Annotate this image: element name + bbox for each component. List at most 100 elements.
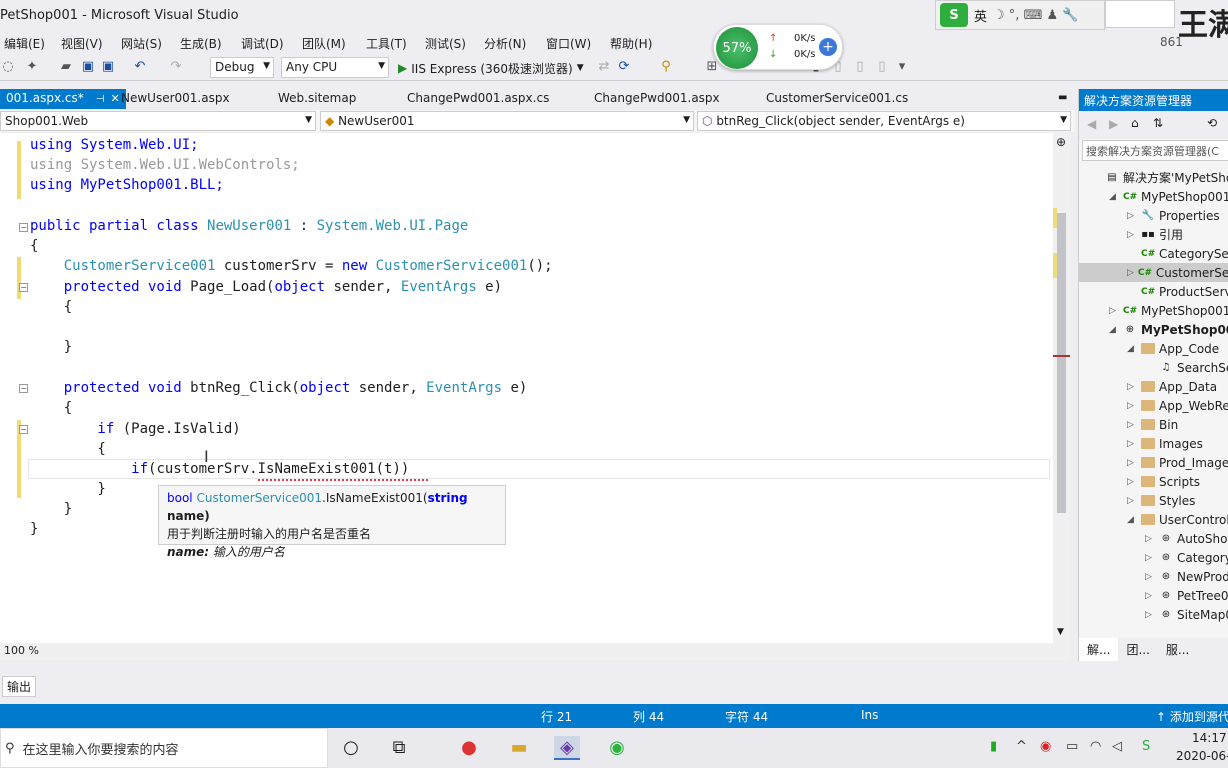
ime-tool-icons[interactable]: ☽ °, ⌨ ♟ 🔧	[993, 8, 1078, 23]
ime-tray-icon[interactable]: S	[1142, 739, 1150, 754]
expand-icon[interactable]: ▷	[1127, 496, 1137, 506]
tab-changepwd-cs[interactable]: ChangePwd001.aspx.cs	[401, 89, 555, 109]
config-select[interactable]: Debug ▼	[210, 57, 274, 78]
save-icon[interactable]: ▣	[80, 59, 96, 75]
tab-web-sitemap[interactable]: Web.sitemap	[272, 89, 362, 109]
tree-item[interactable]: ▷ ⊛ SiteMap00	[1145, 605, 1228, 624]
back-icon[interactable]: ◌	[0, 59, 16, 75]
expand-icon[interactable]: ◢	[1109, 325, 1119, 335]
tree-item[interactable]: ◢ App_Code	[1127, 339, 1219, 358]
menu-help[interactable]: 帮助(H)	[610, 35, 652, 52]
ime-logo-icon[interactable]: S	[940, 3, 968, 27]
wifi-icon[interactable]: ◠	[1090, 739, 1101, 754]
expand-icon[interactable]: ▷	[1127, 268, 1134, 278]
expand-icon[interactable]: ▷	[1127, 458, 1137, 468]
ime-toolbar[interactable]: S 英 ☽ °, ⌨ ♟ 🔧	[935, 0, 1105, 30]
tree-item[interactable]: ◢ ⊕ MyPetShop001.W	[1109, 320, 1228, 339]
menu-test[interactable]: 测试(S)	[425, 35, 466, 52]
tree-item[interactable]: ▷ Styles	[1127, 491, 1195, 510]
fold-icon[interactable]: −	[19, 425, 28, 434]
tree-item[interactable]: ▷ 🔧 Properties	[1127, 206, 1220, 225]
undo-icon[interactable]: ↶	[132, 59, 148, 75]
file-explorer-icon[interactable]: ▬	[506, 736, 532, 760]
tab-changepwd-aspx[interactable]: ChangePwd001.aspx	[588, 89, 726, 109]
tree-item[interactable]: ▷ Images	[1127, 434, 1203, 453]
tree-item[interactable]: ▷ ▪▪ 引用	[1127, 225, 1183, 244]
expand-icon[interactable]: ◢	[1127, 344, 1137, 354]
open-file-icon[interactable]: ▰	[58, 59, 74, 75]
menu-window[interactable]: 窗口(W)	[546, 35, 591, 52]
menu-view[interactable]: 视图(V)	[61, 35, 103, 52]
power-icon[interactable]: ▭	[1066, 739, 1078, 754]
expand-icon[interactable]: ▷	[1127, 230, 1137, 240]
menu-build[interactable]: 生成(B)	[180, 35, 222, 52]
forward-icon[interactable]: ▶	[1109, 117, 1118, 131]
solution-search-input[interactable]: 搜索解决方案资源管理器(C	[1082, 140, 1228, 161]
tree-item[interactable]: ▷ Bin	[1127, 415, 1178, 434]
scrollbar-thumb[interactable]	[1057, 213, 1066, 513]
tree-item[interactable]: ▷ ⊛ Category0	[1145, 548, 1228, 567]
task-view-icon[interactable]: ⧉	[386, 736, 412, 760]
expand-icon[interactable]: ▷	[1145, 572, 1155, 582]
menu-edit[interactable]: 编辑(E)	[4, 35, 45, 52]
bookmark-clear-icon[interactable]: ▯	[874, 59, 890, 75]
memory-percent-badge[interactable]: 57%	[716, 27, 758, 69]
clock-date[interactable]: 2020-06-	[1176, 749, 1228, 763]
tab-server[interactable]: 服...	[1158, 638, 1197, 661]
expand-icon[interactable]: ▷	[1127, 211, 1137, 221]
menu-analyze[interactable]: 分析(N)	[484, 35, 526, 52]
expand-icon[interactable]: ▷	[1127, 439, 1137, 449]
expand-icon[interactable]: ▷	[1127, 401, 1137, 411]
fold-icon[interactable]: −	[19, 223, 28, 232]
refresh-icon[interactable]: ⟳	[616, 59, 632, 75]
tab-newuser-aspx[interactable]: NewUser001.aspx	[115, 89, 236, 109]
expand-icon[interactable]: ▷	[1145, 591, 1155, 601]
add-icon[interactable]: +	[819, 38, 837, 56]
expand-icon[interactable]: ▷	[1127, 420, 1137, 430]
battery-icon[interactable]: ▮	[990, 739, 997, 754]
tree-item[interactable]: ▤ 解决方案'MyPetShop	[1091, 168, 1228, 187]
project-dropdown[interactable]: Shop001.Web ▼	[0, 111, 316, 131]
tree-item[interactable]: ▷C#CustomerServ	[1079, 263, 1228, 282]
menu-tools[interactable]: 工具(T)	[366, 35, 407, 52]
tab-team[interactable]: 团...	[1118, 638, 1157, 661]
tray-expand-icon[interactable]: ^	[1016, 739, 1027, 754]
split-icon[interactable]: ⊕	[1056, 135, 1066, 149]
tab-solution[interactable]: 解...	[1079, 638, 1119, 661]
back-icon[interactable]: ◀	[1087, 117, 1096, 131]
member-dropdown[interactable]: ⬡ btnReg_Click(object sender, EventArgs …	[697, 111, 1071, 131]
fold-icon[interactable]: −	[19, 283, 28, 292]
code-editor[interactable]: − − − − using System.Web.UI; using Syste…	[0, 133, 1070, 643]
browser-icon[interactable]: ●	[456, 736, 482, 760]
tree-item[interactable]: C#CategoryServi	[1127, 244, 1228, 263]
save-all-icon[interactable]: ▣	[100, 59, 116, 75]
zoom-level[interactable]: 100 %	[0, 643, 60, 660]
platform-select[interactable]: Any CPU ▼	[281, 57, 389, 78]
tree-item[interactable]: ◢ C#MyPetShop001.B	[1109, 187, 1228, 206]
expand-icon[interactable]: ▷	[1145, 534, 1155, 544]
visual-studio-icon[interactable]: ◈	[554, 736, 580, 760]
tree-item[interactable]: ♫ SearchServ	[1145, 358, 1228, 377]
tab-newuser-cs[interactable]: 001.aspx.cs* ⊣ ✕	[0, 89, 126, 109]
network-speed-widget[interactable]: 57% ↑ 0K/s ↓ 0K/s +	[713, 24, 843, 70]
expand-icon[interactable]: ◢	[1109, 192, 1119, 202]
menu-debug[interactable]: 调试(D)	[241, 35, 284, 52]
expand-icon[interactable]: ▷	[1145, 610, 1155, 620]
tree-item[interactable]: ▷ App_Data	[1127, 377, 1217, 396]
sync-icon[interactable]: ⇅	[1153, 116, 1163, 130]
toolbar-overflow-icon[interactable]: ▾	[894, 59, 910, 75]
expand-icon[interactable]: ◢	[1127, 515, 1137, 525]
record-icon[interactable]: ◉	[1040, 739, 1051, 754]
tree-item[interactable]: ◢ UserControl	[1127, 510, 1228, 529]
link-icon[interactable]: ⇄	[596, 59, 612, 75]
expand-icon[interactable]: ▷	[1127, 382, 1137, 392]
volume-icon[interactable]: ◁	[1112, 739, 1122, 754]
find-icon[interactable]: ⚲	[658, 59, 674, 75]
ime-language[interactable]: 英	[974, 6, 987, 25]
menu-team[interactable]: 团队(M)	[302, 35, 346, 52]
run-button[interactable]: ▶ IIS Express (360极速浏览器) ▼	[398, 58, 584, 78]
new-project-icon[interactable]: ✦	[24, 59, 40, 75]
editor-horizontal-scrollbar[interactable]	[0, 643, 1070, 660]
expand-icon[interactable]: ▷	[1127, 477, 1137, 487]
expand-icon[interactable]: ▷	[1145, 553, 1155, 563]
